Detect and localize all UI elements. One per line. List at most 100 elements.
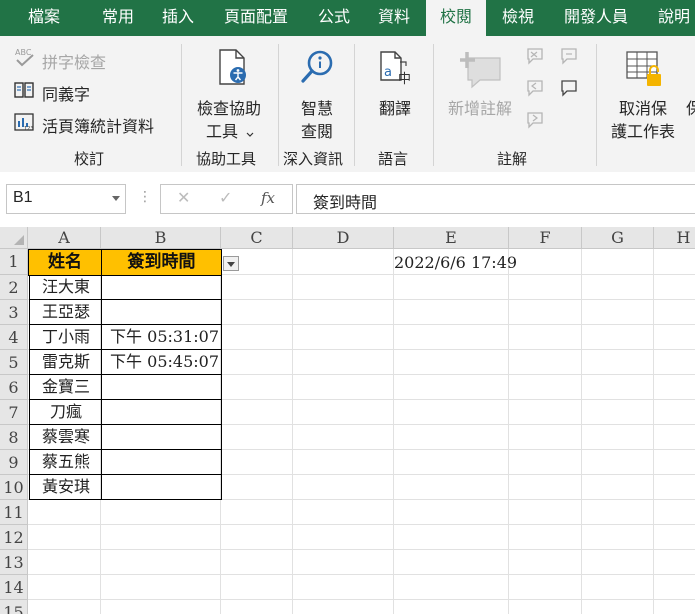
row-header-13[interactable]: 13: [0, 550, 28, 575]
cell-b1-header[interactable]: 簽到時間: [101, 249, 222, 276]
formula-input[interactable]: 簽到時間: [296, 184, 695, 214]
cell-time[interactable]: [101, 475, 222, 500]
unprotect-sheet-button[interactable]: 取消保: [619, 95, 667, 119]
cell-time[interactable]: [101, 375, 222, 400]
formula-buttons: ✕ ✓ fx: [160, 184, 293, 214]
row-header-9[interactable]: 9: [0, 450, 28, 475]
row-header-1[interactable]: 1: [0, 249, 28, 275]
translate-button[interactable]: 翻譯: [379, 95, 411, 119]
row-header-5[interactable]: 5: [0, 350, 28, 375]
unprotect-sheet-label-line2: 護工作表: [611, 124, 676, 141]
confirm-icon[interactable]: ✓: [219, 188, 232, 208]
cell-e1[interactable]: 2022/6/6 17:49: [394, 251, 517, 275]
cell-name[interactable]: 雷克斯: [29, 350, 102, 375]
thesaurus-icon: [14, 80, 34, 105]
cell-name[interactable]: 丁小雨: [29, 325, 102, 350]
name-box[interactable]: B1: [6, 184, 126, 214]
ribbon-separator: [596, 44, 597, 166]
cell-a1-header[interactable]: 姓名: [28, 249, 102, 276]
tab-help[interactable]: 說明: [650, 0, 695, 36]
worksheet-grid[interactable]: A B C D E F G H 1 2 3 4 5 6 7 8 9 10 11 …: [0, 227, 695, 614]
tab-home[interactable]: 常用: [94, 0, 142, 36]
cell-name[interactable]: 汪大東: [29, 275, 102, 300]
chevron-down-icon[interactable]: [246, 125, 254, 143]
thesaurus-button[interactable]: 同義字: [42, 81, 90, 105]
row-header-12[interactable]: 12: [0, 525, 28, 550]
previous-comment-icon[interactable]: [525, 79, 545, 102]
cell-time[interactable]: [101, 450, 222, 475]
row-header-8[interactable]: 8: [0, 425, 28, 450]
next-comment-icon[interactable]: [525, 111, 545, 134]
row-header-3[interactable]: 3: [0, 300, 28, 325]
smart-lookup-icon: [299, 49, 335, 92]
column-header-b[interactable]: B: [101, 227, 221, 249]
gridline: [581, 249, 582, 614]
chevron-down-icon[interactable]: [112, 196, 120, 201]
cell-name[interactable]: 蔡雲寒: [29, 425, 102, 450]
row-header-14[interactable]: 14: [0, 575, 28, 600]
insert-function-button[interactable]: fx: [261, 189, 275, 207]
tab-formulas[interactable]: 公式: [310, 0, 358, 36]
cell-time[interactable]: 下午 05:45:07: [101, 350, 222, 375]
formula-value: 簽到時間: [313, 195, 378, 212]
filter-dropdown-button[interactable]: [223, 256, 239, 271]
tab-developer[interactable]: 開發人員: [554, 0, 638, 36]
cell-name[interactable]: 刀瘋: [29, 400, 102, 425]
tab-page-layout[interactable]: 頁面配置: [214, 0, 298, 36]
row-header-10[interactable]: 10: [0, 475, 28, 500]
more-options-icon[interactable]: ⋮: [138, 188, 152, 205]
unprotect-sheet-icon: [625, 50, 669, 95]
show-all-comments-icon[interactable]: [559, 79, 579, 102]
smart-lookup-button[interactable]: 智慧: [301, 95, 333, 119]
column-header-g[interactable]: G: [582, 227, 654, 249]
cell-name[interactable]: 王亞瑟: [29, 300, 102, 325]
gridline: [28, 524, 695, 525]
cell-time[interactable]: [101, 425, 222, 450]
cell-time[interactable]: 下午 05:31:07: [101, 325, 222, 350]
group-label-comments: 註解: [497, 151, 528, 168]
check-accessibility-label-line2: 工具: [206, 124, 239, 141]
row-header-11[interactable]: 11: [0, 500, 28, 525]
delete-comment-icon[interactable]: [525, 47, 545, 70]
cell-name[interactable]: 金寶三: [29, 375, 102, 400]
select-all-button[interactable]: [0, 227, 28, 249]
column-header-h[interactable]: H: [654, 227, 695, 249]
cell-time[interactable]: [101, 400, 222, 425]
tab-review[interactable]: 校閱: [426, 0, 486, 36]
gridline: [393, 249, 394, 614]
ribbon-separator: [278, 44, 279, 166]
cancel-icon[interactable]: ✕: [177, 188, 190, 208]
tab-file[interactable]: 檔案: [14, 0, 74, 36]
workbook-statistics-icon: 123: [14, 112, 34, 137]
check-accessibility-button[interactable]: 檢查協助: [197, 95, 261, 119]
column-header-e[interactable]: E: [394, 227, 509, 249]
cell-name[interactable]: 蔡五熊: [29, 450, 102, 475]
spell-check-button[interactable]: 拼字檢查: [42, 49, 106, 73]
tab-insert[interactable]: 插入: [154, 0, 202, 36]
column-header-d[interactable]: D: [293, 227, 394, 249]
formula-bar: B1 ⋮ ✕ ✓ fx 簽到時間: [0, 172, 695, 227]
tab-data[interactable]: 資料: [370, 0, 418, 36]
check-accessibility-icon: [216, 48, 250, 91]
tab-view[interactable]: 檢視: [494, 0, 542, 36]
row-header-7[interactable]: 7: [0, 400, 28, 425]
workbook-statistics-button[interactable]: 活頁簿統計資料: [42, 113, 154, 137]
new-comment-button[interactable]: 新增註解: [448, 95, 512, 119]
svg-text:a: a: [384, 65, 392, 80]
cell-time[interactable]: [101, 275, 222, 300]
column-header-f[interactable]: F: [509, 227, 582, 249]
row-header-4[interactable]: 4: [0, 325, 28, 350]
row-header-15[interactable]: 15: [0, 600, 28, 614]
gridline: [28, 574, 695, 575]
column-header-a[interactable]: A: [28, 227, 101, 249]
protect-workbook-button-partial[interactable]: 保: [686, 95, 695, 119]
ribbon-separator: [433, 44, 434, 166]
cell-time[interactable]: [101, 300, 222, 325]
svg-text:123: 123: [24, 126, 34, 132]
name-box-value: B1: [13, 189, 33, 206]
column-header-c[interactable]: C: [221, 227, 293, 249]
cell-name[interactable]: 黃安琪: [29, 475, 102, 500]
row-header-6[interactable]: 6: [0, 375, 28, 400]
show-comments-icon[interactable]: [559, 47, 579, 70]
row-header-2[interactable]: 2: [0, 275, 28, 300]
